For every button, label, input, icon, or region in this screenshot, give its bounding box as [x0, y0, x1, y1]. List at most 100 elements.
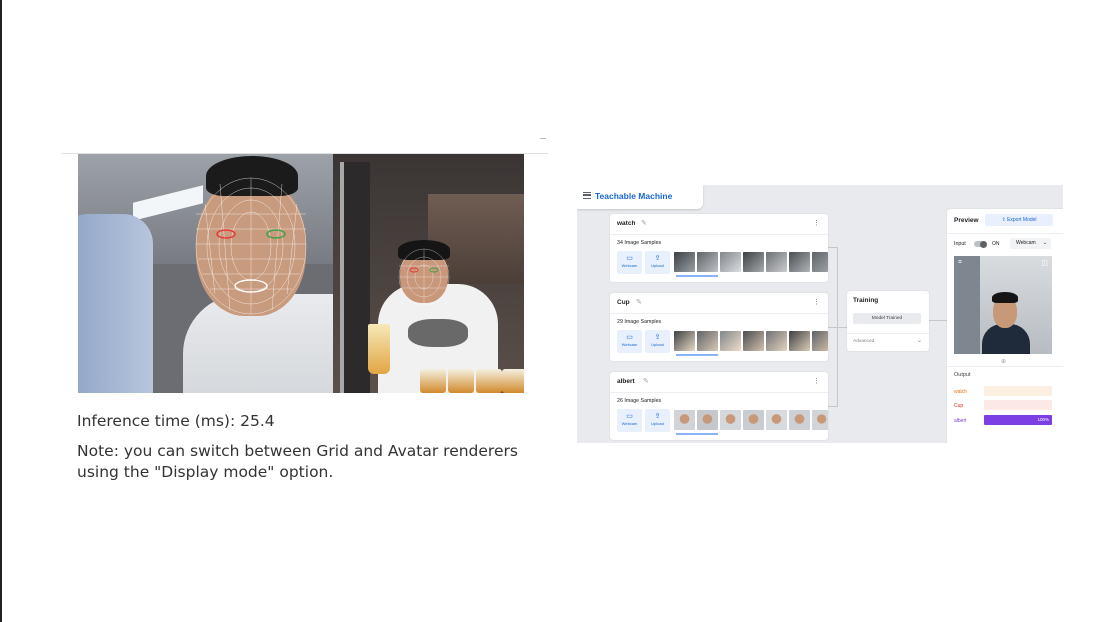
result-bar: 100%: [984, 415, 1052, 425]
result-percent: 100%: [1037, 417, 1049, 422]
sample-count: 34 Image Samples: [617, 240, 662, 246]
sample-thumbnail[interactable]: [766, 252, 787, 272]
sample-thumbnail[interactable]: [743, 331, 764, 351]
upload-label: Upload: [651, 263, 664, 268]
card-divider: [610, 392, 828, 393]
card-divider: [610, 234, 828, 235]
sample-thumbnail[interactable]: [789, 252, 810, 272]
cam-wall: [954, 256, 980, 354]
sample-thumbnail[interactable]: [789, 410, 810, 430]
edit-pencil-icon[interactable]: ✎: [636, 298, 642, 306]
training-divider: [847, 333, 929, 334]
preview-divider: [947, 233, 1063, 234]
door-frame: [340, 162, 370, 393]
webcam-feed: ⌗ ◫: [954, 256, 1052, 354]
source-value: Webcam: [1016, 240, 1036, 246]
output-divider: [947, 366, 1063, 367]
sample-thumbnail[interactable]: [720, 252, 741, 272]
model-trained-button[interactable]: Model Trained: [853, 313, 921, 324]
thumbnail-scrollbar[interactable]: [676, 275, 718, 277]
teachable-machine-screenshot: Teachable Machine watch ✎ ⋮ 34 Image Sam…: [577, 185, 1063, 443]
upload-label: Upload: [651, 421, 664, 426]
connector-line: [929, 320, 947, 321]
sample-thumbnail[interactable]: [743, 252, 764, 272]
sample-thumbnail[interactable]: [743, 410, 764, 430]
thumbnail-scrollbar[interactable]: [676, 354, 718, 356]
sample-count: 26 Image Samples: [617, 398, 662, 404]
sample-thumbnail[interactable]: [812, 331, 828, 351]
sample-thumbnail[interactable]: [720, 410, 741, 430]
beer-glass: [368, 324, 390, 374]
result-bar: [984, 386, 1052, 396]
webcam-label: Webcam: [621, 263, 638, 268]
chevron-down-icon[interactable]: ⌄: [917, 337, 922, 344]
class-card-albert: albert ✎ ⋮ 26 Image Samples ▭ Webcam ⇪ Upl…: [610, 372, 828, 440]
beer-flight-glass: [476, 369, 502, 393]
webcam-button[interactable]: ▭ Webcam: [617, 409, 642, 432]
webcam-button[interactable]: ▭ Webcam: [617, 330, 642, 353]
input-source-select[interactable]: Webcam ⌄: [1010, 238, 1051, 249]
sample-thumbnail[interactable]: [720, 331, 741, 351]
input-label: Input: [954, 241, 966, 247]
shirt-print: [408, 319, 468, 347]
cam-person-body: [982, 324, 1030, 354]
export-label: Export Model: [1007, 217, 1037, 223]
upload-icon: ⇪: [654, 255, 661, 262]
edit-pencil-icon[interactable]: ✎: [641, 219, 647, 227]
sample-thumbnail[interactable]: [674, 410, 695, 430]
class-name[interactable]: watch: [617, 220, 635, 227]
edit-pencil-icon[interactable]: ✎: [643, 377, 649, 385]
video-camera-icon: ▭: [626, 413, 633, 420]
sample-thumbnail[interactable]: [697, 252, 718, 272]
crop-icon[interactable]: ⌗: [958, 259, 962, 267]
sample-thumbnail[interactable]: [812, 410, 828, 430]
sample-thumbnail[interactable]: [697, 331, 718, 351]
menu-icon[interactable]: [583, 192, 591, 199]
upload-icon: ⇪: [654, 413, 661, 420]
app-title: Teachable Machine: [595, 191, 673, 201]
thumbnail-scrollbar[interactable]: [676, 433, 718, 435]
sample-thumbnail[interactable]: [674, 252, 695, 272]
result-label: albert: [954, 418, 967, 424]
webcam-button[interactable]: ▭ Webcam: [617, 251, 642, 274]
cam-person-hair: [992, 292, 1018, 303]
sample-count: 29 Image Samples: [617, 319, 662, 325]
sample-thumbnail[interactable]: [697, 410, 718, 430]
upload-button[interactable]: ⇪ Upload: [645, 409, 670, 432]
preview-title: Preview: [954, 217, 979, 224]
result-label: watch: [954, 389, 968, 395]
tm-header: Teachable Machine: [577, 185, 703, 209]
class-card-cup: Cup ✎ ⋮ 29 Image Samples ▭ Webcam ⇪ Upload: [610, 293, 828, 361]
sample-thumbnail[interactable]: [674, 331, 695, 351]
info-icon[interactable]: ⊕: [1001, 358, 1006, 365]
tick-mark: [540, 138, 546, 139]
flip-camera-icon[interactable]: ◫: [1041, 259, 1048, 267]
class-name[interactable]: Cup: [617, 299, 630, 306]
output-label: Output: [954, 372, 971, 378]
sample-thumbnail[interactable]: [766, 410, 787, 430]
advanced-toggle[interactable]: Advanced: [853, 339, 874, 344]
video-camera-icon: ▭: [626, 255, 633, 262]
more-options-icon[interactable]: ⋮: [813, 377, 820, 385]
toggle-state: ON: [992, 241, 1000, 247]
class-card-watch: watch ✎ ⋮ 34 Image Samples ▭ Webcam ⇪ Uplo…: [610, 214, 828, 282]
upload-button[interactable]: ⇪ Upload: [645, 251, 670, 274]
input-toggle[interactable]: [974, 240, 987, 248]
video-camera-icon: ▭: [626, 334, 633, 341]
chevron-down-icon: ⌄: [1042, 240, 1047, 246]
export-model-button[interactable]: ⇧ Export Model: [985, 214, 1053, 226]
face-mesh-overlay-main: [195, 177, 307, 315]
card-divider: [610, 313, 828, 314]
more-options-icon[interactable]: ⋮: [813, 219, 820, 227]
sample-thumbnail[interactable]: [789, 331, 810, 351]
sample-thumbnail[interactable]: [812, 252, 828, 272]
class-name[interactable]: albert: [617, 378, 635, 385]
person-shoulder: [78, 214, 153, 393]
upload-label: Upload: [651, 342, 664, 347]
face-mesh-photo: [78, 154, 524, 393]
sample-thumbnail[interactable]: [766, 331, 787, 351]
upload-button[interactable]: ⇪ Upload: [645, 330, 670, 353]
inference-time: Inference time (ms): 25.4: [77, 412, 275, 430]
more-options-icon[interactable]: ⋮: [813, 298, 820, 306]
webcam-label: Webcam: [621, 421, 638, 426]
